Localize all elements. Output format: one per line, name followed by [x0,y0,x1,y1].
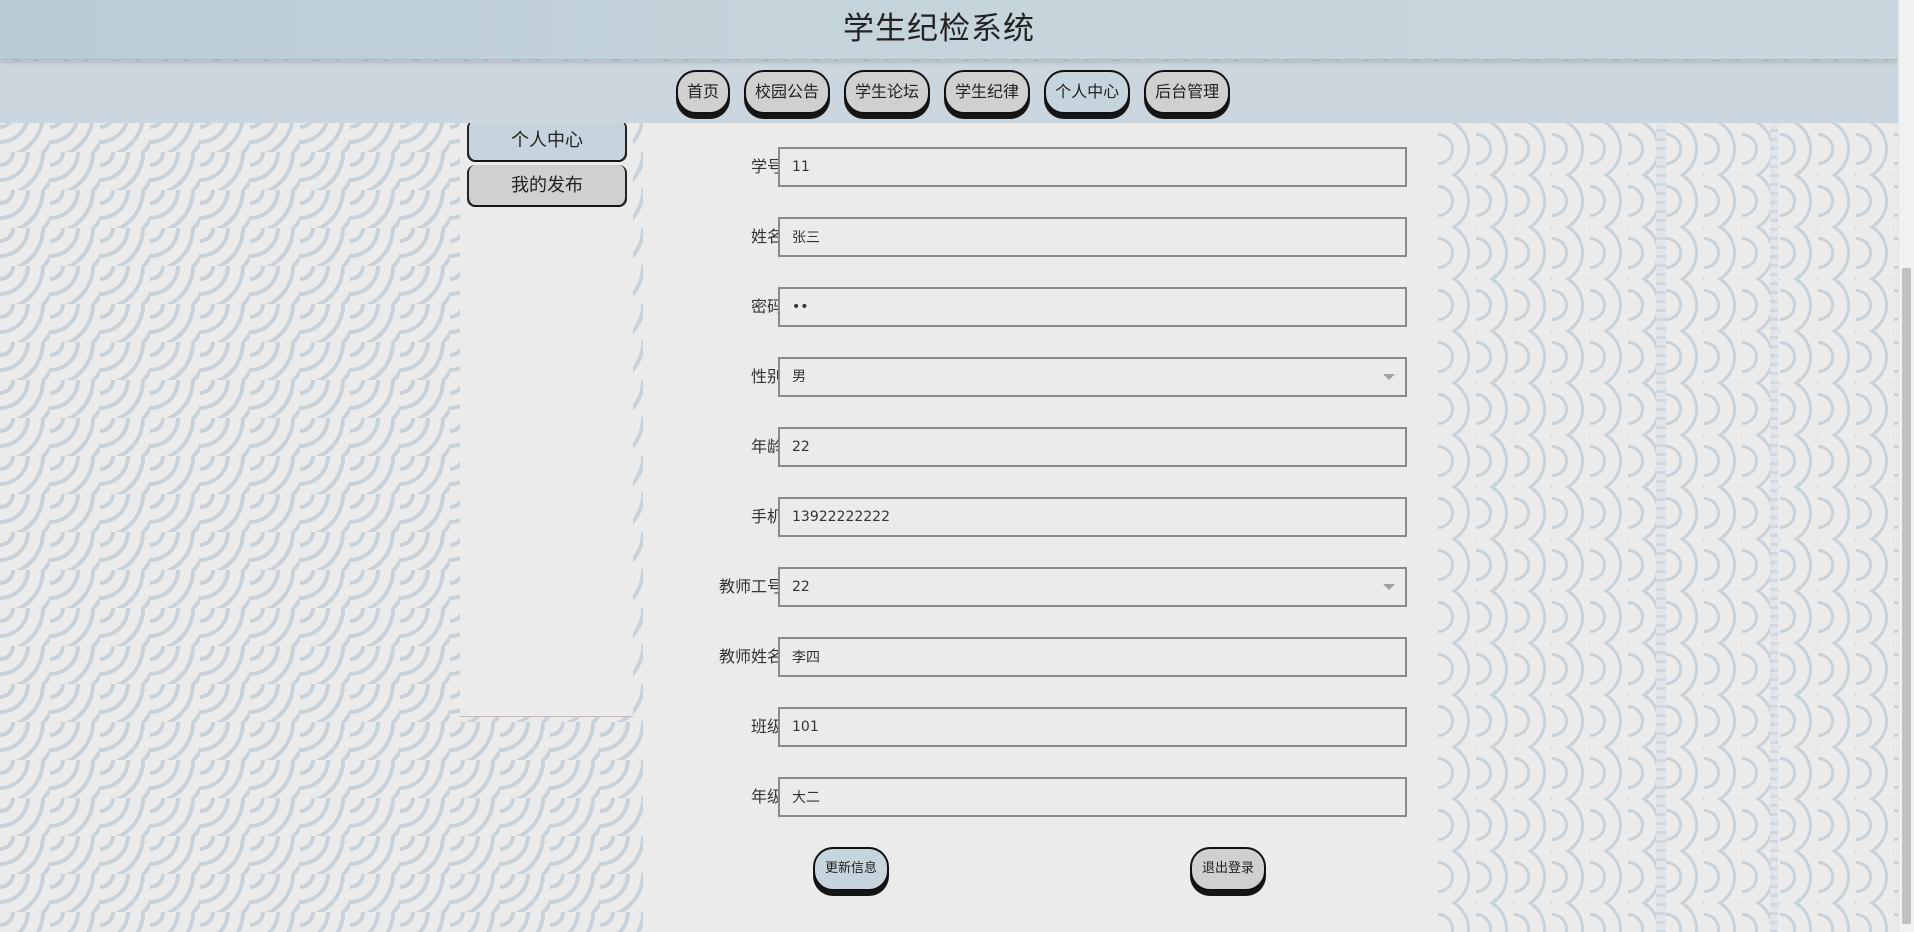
age-input[interactable] [778,427,1407,467]
grade-input[interactable] [778,777,1407,817]
profile-form: 学号 姓名 密码 •• 性别 男 年龄 手机 教师工号 [643,123,1438,932]
chevron-down-icon [1383,374,1395,380]
background-pattern-right [1438,123,1898,932]
gender-select-value: 男 [792,369,806,385]
form-row-grade: 年级 [643,777,1438,817]
form-row-student-id: 学号 [643,147,1438,187]
page-scrollbar[interactable] [1898,0,1914,932]
nav-item-home[interactable]: 首页 [676,70,731,114]
teacher-name-label: 教师姓名 [718,647,783,666]
name-input[interactable] [778,217,1407,257]
main-navbar: 首页 校园公告 学生论坛 学生纪律 个人中心 后台管理 [0,61,1898,123]
form-row-password: 密码 •• [643,287,1438,327]
class-input[interactable] [778,707,1407,747]
scrollbar-thumb[interactable] [1902,268,1911,924]
sidebar-item-personal-center[interactable]: 个人中心 [467,120,627,162]
sidebar-item-my-posts[interactable]: 我的发布 [467,165,627,207]
page-viewport: 学生纪检系统 首页 校园公告 学生论坛 学生纪律 个人中心 后台管理 个人中心 … [0,0,1898,932]
decorative-strip [1770,123,1778,932]
phone-input[interactable] [778,497,1407,537]
form-row-name: 姓名 [643,217,1438,257]
nav-item-student-forum[interactable]: 学生论坛 [844,70,931,114]
nav-item-student-discipline[interactable]: 学生纪律 [944,70,1031,114]
teacher-id-select[interactable]: 22 [778,567,1407,607]
form-row-age: 年龄 [643,427,1438,467]
gender-select[interactable]: 男 [778,357,1407,397]
password-input[interactable]: •• [778,287,1407,327]
chevron-down-icon [1383,584,1395,590]
form-row-teacher-name: 教师姓名 [643,637,1438,677]
form-row-gender: 性别 男 [643,357,1438,397]
decorative-strip [1656,123,1666,932]
update-info-button[interactable]: 更新信息 [813,847,889,891]
nav-list: 首页 校园公告 学生论坛 学生纪律 个人中心 后台管理 [676,70,1231,114]
form-row-teacher-id: 教师工号 22 [643,567,1438,607]
sidebar [460,123,633,717]
nav-item-campus-notice[interactable]: 校园公告 [744,70,831,114]
site-header: 学生纪检系统 [0,0,1898,60]
teacher-name-input[interactable] [778,637,1407,677]
nav-item-admin[interactable]: 后台管理 [1144,70,1231,114]
teacher-id-label: 教师工号 [718,577,783,596]
student-id-input[interactable] [778,147,1407,187]
teacher-id-select-value: 22 [792,579,810,595]
form-row-class: 班级 [643,707,1438,747]
nav-item-personal-center[interactable]: 个人中心 [1044,70,1131,114]
form-row-phone: 手机 [643,497,1438,537]
logout-button[interactable]: 退出登录 [1190,847,1266,891]
site-title: 学生纪检系统 [843,11,1035,47]
